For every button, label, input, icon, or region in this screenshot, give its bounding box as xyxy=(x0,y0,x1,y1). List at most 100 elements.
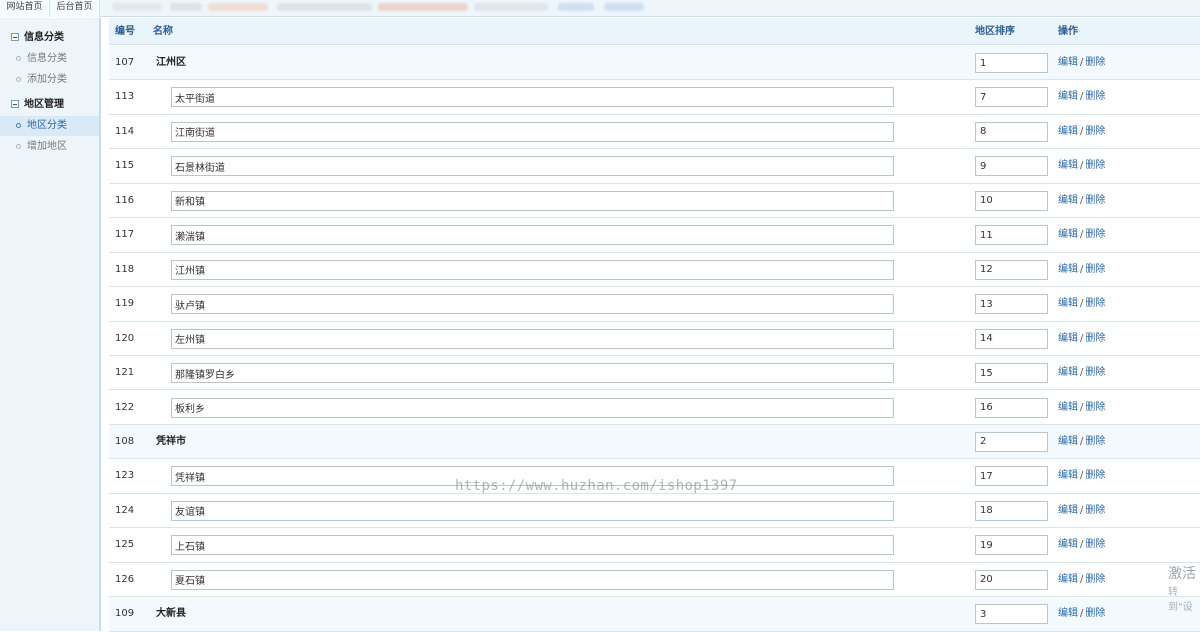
region-id: 117 xyxy=(115,229,135,241)
sort-order-input[interactable] xyxy=(975,604,1048,625)
delete-link[interactable]: 删除 xyxy=(1085,91,1105,102)
edit-link[interactable]: 编辑 xyxy=(1058,229,1078,240)
sort-order-input[interactable] xyxy=(975,328,1048,349)
sidebar-item-region-category[interactable]: 地区分类 xyxy=(0,116,99,136)
sort-order-input[interactable] xyxy=(975,259,1048,280)
edit-link[interactable]: 编辑 xyxy=(1058,608,1078,619)
action-separator: / xyxy=(1080,91,1084,103)
sidebar-item-add-region[interactable]: 增加地区 xyxy=(0,137,99,157)
region-id: 124 xyxy=(115,504,135,516)
delete-link[interactable]: 删除 xyxy=(1085,57,1105,68)
edit-link[interactable]: 编辑 xyxy=(1058,505,1078,516)
region-name-input[interactable] xyxy=(171,225,894,246)
region-name-input[interactable] xyxy=(171,87,894,108)
region-name-input[interactable] xyxy=(171,328,894,349)
os-activation-subtext: 转到"设 xyxy=(1168,587,1193,613)
delete-link[interactable]: 删除 xyxy=(1085,608,1105,619)
sidebar-item-info-category[interactable]: 信息分类 xyxy=(0,49,99,69)
edit-link[interactable]: 编辑 xyxy=(1058,470,1078,481)
edit-link[interactable]: 编辑 xyxy=(1058,333,1078,344)
sort-order-input[interactable] xyxy=(975,53,1048,73)
table-row: 123 编辑/删除 xyxy=(109,459,1200,494)
delete-link[interactable]: 删除 xyxy=(1085,195,1105,206)
region-id: 109 xyxy=(115,608,135,620)
edit-link[interactable]: 编辑 xyxy=(1058,539,1078,550)
edit-link[interactable]: 编辑 xyxy=(1058,195,1078,206)
action-separator: / xyxy=(1080,194,1084,206)
delete-link[interactable]: 删除 xyxy=(1085,229,1105,240)
sort-order-input[interactable] xyxy=(975,569,1048,590)
region-name-input[interactable] xyxy=(171,535,894,556)
tab-site-home[interactable]: 网站首页 xyxy=(0,0,50,17)
region-id: 123 xyxy=(115,470,135,482)
row-actions: 编辑 / 删除 xyxy=(1058,287,1105,321)
edit-link[interactable]: 编辑 xyxy=(1058,264,1078,275)
edit-link[interactable]: 编辑 xyxy=(1058,402,1078,413)
sidebar-group-info[interactable]: 信息分类 xyxy=(11,31,64,45)
region-name-input[interactable] xyxy=(171,466,894,487)
top-nav-bar: 网站首页 后台首页 xyxy=(0,0,1200,17)
region-name-input[interactable] xyxy=(171,190,894,211)
sidebar: 信息分类 信息分类 添加分类 地区管理 地区分类 增加地区 xyxy=(0,18,101,631)
edit-link[interactable]: 编辑 xyxy=(1058,160,1078,171)
os-activation-overlay: 激活 xyxy=(1168,566,1196,582)
action-separator: / xyxy=(1080,401,1084,413)
delete-link[interactable]: 删除 xyxy=(1085,160,1105,171)
edit-link[interactable]: 编辑 xyxy=(1058,126,1078,137)
region-name-input[interactable] xyxy=(171,121,894,142)
sort-order-input[interactable] xyxy=(975,535,1048,556)
region-id: 113 xyxy=(115,91,135,103)
edit-link[interactable]: 编辑 xyxy=(1058,298,1078,309)
collapse-icon[interactable] xyxy=(11,100,19,108)
tab-admin-home[interactable]: 后台首页 xyxy=(50,0,100,17)
action-separator: / xyxy=(1080,125,1084,137)
delete-link[interactable]: 删除 xyxy=(1085,574,1105,585)
delete-link[interactable]: 删除 xyxy=(1085,126,1105,137)
sort-order-input[interactable] xyxy=(975,87,1048,108)
region-name: 凭祥市 xyxy=(156,435,186,447)
action-separator: / xyxy=(1080,229,1084,241)
sort-order-input[interactable] xyxy=(975,431,1048,452)
table-row: 108 凭祥市 编辑/删除 xyxy=(109,424,1200,460)
row-actions: 编辑 / 删除 xyxy=(1058,80,1105,114)
delete-link[interactable]: 删除 xyxy=(1085,402,1105,413)
sort-order-input[interactable] xyxy=(975,294,1048,315)
sidebar-item-add-category[interactable]: 添加分类 xyxy=(0,70,99,90)
sort-order-input[interactable] xyxy=(975,466,1048,487)
delete-link[interactable]: 删除 xyxy=(1085,298,1105,309)
sort-order-input[interactable] xyxy=(975,225,1048,246)
sort-order-input[interactable] xyxy=(975,397,1048,418)
delete-link[interactable]: 删除 xyxy=(1085,367,1105,378)
edit-link[interactable]: 编辑 xyxy=(1058,436,1078,447)
sort-order-input[interactable] xyxy=(975,156,1048,177)
edit-link[interactable]: 编辑 xyxy=(1058,91,1078,102)
sort-order-input[interactable] xyxy=(975,121,1048,142)
delete-link[interactable]: 删除 xyxy=(1085,333,1105,344)
delete-link[interactable]: 删除 xyxy=(1085,539,1105,550)
region-name-input[interactable] xyxy=(171,569,894,590)
sort-order-input[interactable] xyxy=(975,190,1048,211)
collapse-icon[interactable] xyxy=(11,33,19,41)
row-actions: 编辑 / 删除 xyxy=(1058,253,1105,287)
sort-order-input[interactable] xyxy=(975,500,1048,521)
region-name-input[interactable] xyxy=(171,156,894,177)
delete-link[interactable]: 删除 xyxy=(1085,470,1105,481)
edit-link[interactable]: 编辑 xyxy=(1058,574,1078,585)
sidebar-item-label: 增加地区 xyxy=(27,141,67,152)
region-name-input[interactable] xyxy=(171,259,894,280)
table-row: 116 编辑/删除 xyxy=(109,184,1200,219)
edit-link[interactable]: 编辑 xyxy=(1058,57,1078,68)
sort-order-input[interactable] xyxy=(975,363,1048,384)
region-name-input[interactable] xyxy=(171,363,894,384)
row-actions: 编辑 / 删除 xyxy=(1058,46,1105,80)
edit-link[interactable]: 编辑 xyxy=(1058,367,1078,378)
delete-link[interactable]: 删除 xyxy=(1085,264,1105,275)
sidebar-group-region[interactable]: 地区管理 xyxy=(11,98,64,112)
region-name-input[interactable] xyxy=(171,294,894,315)
row-actions: 编辑 / 删除 xyxy=(1058,322,1105,356)
delete-link[interactable]: 删除 xyxy=(1085,436,1105,447)
region-name-input[interactable] xyxy=(171,500,894,521)
delete-link[interactable]: 删除 xyxy=(1085,505,1105,516)
region-id: 122 xyxy=(115,401,135,413)
region-name-input[interactable] xyxy=(171,397,894,418)
